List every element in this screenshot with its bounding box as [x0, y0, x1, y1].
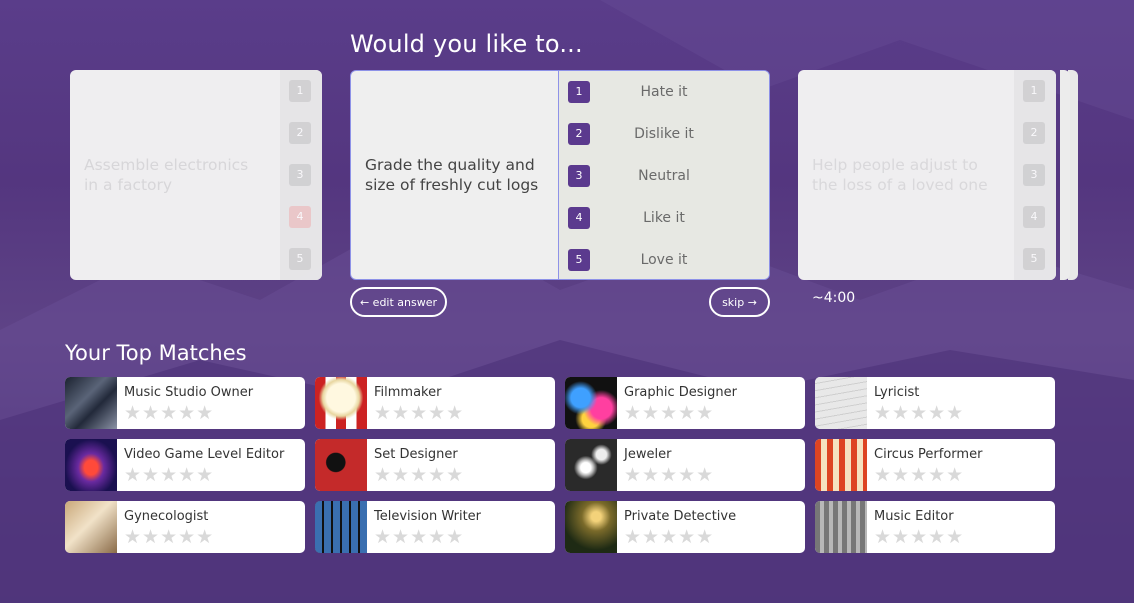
match-card-music-editor[interactable]: Music Editor ★★★★★	[815, 501, 1055, 553]
match-thumbnail	[315, 501, 367, 553]
match-thumbnail	[65, 377, 117, 429]
rating-label: Love it	[640, 252, 688, 268]
match-name: Jeweler	[624, 447, 672, 462]
match-thumbnail	[815, 439, 867, 491]
question-title: Would you like to...	[350, 30, 583, 58]
star-rating[interactable]: ★★★★★	[624, 403, 714, 423]
rating-4-selected: 4	[289, 206, 311, 228]
match-card-set-designer[interactable]: Set Designer ★★★★★	[315, 439, 555, 491]
match-name: Filmmaker	[374, 385, 442, 400]
edit-answer-button[interactable]: ← edit answer	[350, 287, 447, 317]
star-rating[interactable]: ★★★★★	[124, 527, 214, 547]
card-stack-edge	[1060, 70, 1070, 280]
rating-number: 2	[568, 123, 590, 145]
rating-label: Like it	[643, 210, 685, 226]
previous-question-card: Assemble electronics in a factory 1 2 3 …	[70, 70, 322, 280]
time-remaining: ~4:00	[812, 290, 856, 306]
rating-4: 4	[1023, 206, 1045, 228]
star-rating[interactable]: ★★★★★	[874, 403, 964, 423]
match-card-video-game-level-editor[interactable]: Video Game Level Editor ★★★★★	[65, 439, 305, 491]
skip-button[interactable]: skip →	[709, 287, 770, 317]
match-thumbnail	[815, 501, 867, 553]
previous-question-text: Assemble electronics in a factory	[84, 156, 249, 194]
rating-2: 2	[289, 122, 311, 144]
match-name: Music Editor	[874, 509, 954, 524]
match-thumbnail	[315, 439, 367, 491]
match-thumbnail	[65, 501, 117, 553]
next-question-card: Help people adjust to the loss of a love…	[798, 70, 1056, 280]
rating-1: 1	[289, 80, 311, 102]
rating-label: Neutral	[638, 168, 690, 184]
rating-number: 5	[568, 249, 590, 271]
current-question-card: Grade the quality and size of freshly cu…	[350, 70, 770, 280]
match-card-television-writer[interactable]: Television Writer ★★★★★	[315, 501, 555, 553]
rating-number: 1	[568, 81, 590, 103]
match-card-jeweler[interactable]: Jeweler ★★★★★	[565, 439, 805, 491]
rating-3: 3	[289, 164, 311, 186]
current-question-text: Grade the quality and size of freshly cu…	[365, 156, 539, 194]
star-rating[interactable]: ★★★★★	[374, 465, 464, 485]
rating-5: 5	[1023, 248, 1045, 270]
match-thumbnail	[565, 439, 617, 491]
match-thumbnail	[315, 377, 367, 429]
match-card-graphic-designer[interactable]: Graphic Designer ★★★★★	[565, 377, 805, 429]
rating-1: 1	[1023, 80, 1045, 102]
rating-label: Hate it	[640, 84, 688, 100]
match-name: Video Game Level Editor	[124, 447, 285, 462]
rating-scale: 1 Hate it 2 Dislike it 3 Neutral 4 Like …	[558, 71, 769, 279]
match-thumbnail	[815, 377, 867, 429]
star-rating[interactable]: ★★★★★	[874, 465, 964, 485]
star-rating[interactable]: ★★★★★	[124, 403, 214, 423]
match-card-circus-performer[interactable]: Circus Performer ★★★★★	[815, 439, 1055, 491]
match-thumbnail	[65, 439, 117, 491]
rating-2: 2	[1023, 122, 1045, 144]
match-card-filmmaker[interactable]: Filmmaker ★★★★★	[315, 377, 555, 429]
match-name: Private Detective	[624, 509, 737, 524]
top-matches-title: Your Top Matches	[65, 341, 247, 365]
rating-number: 3	[568, 165, 590, 187]
match-card-private-detective[interactable]: Private Detective ★★★★★	[565, 501, 805, 553]
star-rating[interactable]: ★★★★★	[374, 527, 464, 547]
match-name: Circus Performer	[874, 447, 983, 462]
next-question-text: Help people adjust to the loss of a love…	[812, 156, 988, 194]
next-rating-scale: 1 2 3 4 5	[1014, 70, 1056, 280]
match-name: Set Designer	[374, 447, 458, 462]
match-thumbnail	[565, 377, 617, 429]
match-name: Television Writer	[374, 509, 482, 524]
rating-3: 3	[1023, 164, 1045, 186]
match-name: Gynecologist	[124, 509, 209, 524]
star-rating[interactable]: ★★★★★	[374, 403, 464, 423]
match-card-lyricist[interactable]: Lyricist ★★★★★	[815, 377, 1055, 429]
star-rating[interactable]: ★★★★★	[624, 465, 714, 485]
match-name: Lyricist	[874, 385, 920, 400]
star-rating[interactable]: ★★★★★	[124, 465, 214, 485]
match-name: Graphic Designer	[624, 385, 737, 400]
star-rating[interactable]: ★★★★★	[874, 527, 964, 547]
star-rating[interactable]: ★★★★★	[624, 527, 714, 547]
rating-5: 5	[289, 248, 311, 270]
match-card-music-studio-owner[interactable]: Music Studio Owner ★★★★★	[65, 377, 305, 429]
match-card-gynecologist[interactable]: Gynecologist ★★★★★	[65, 501, 305, 553]
rating-number: 4	[568, 207, 590, 229]
match-thumbnail	[565, 501, 617, 553]
previous-rating-scale: 1 2 3 4 5	[280, 70, 322, 280]
rating-label: Dislike it	[634, 126, 694, 142]
match-name: Music Studio Owner	[124, 385, 254, 400]
